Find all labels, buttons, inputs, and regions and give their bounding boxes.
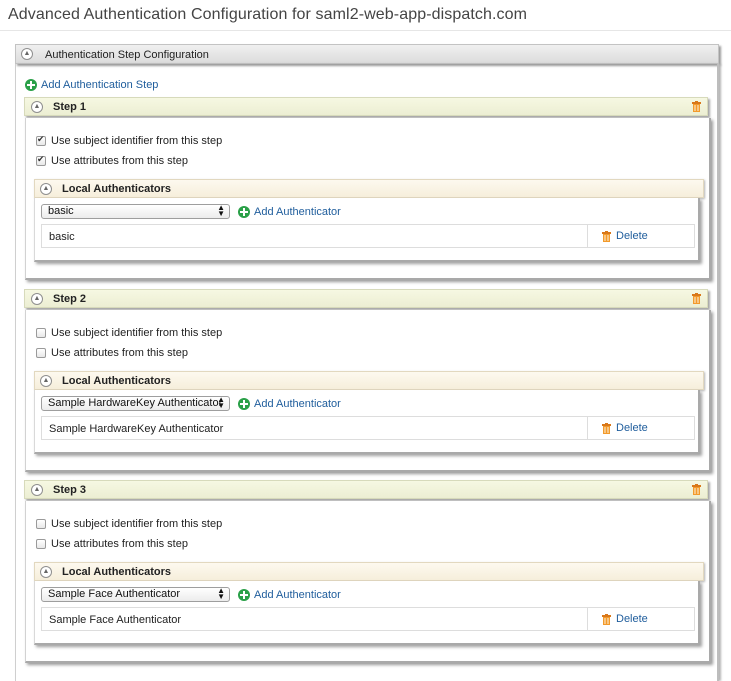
use-subject-label: Use subject identifier from this step [51,135,223,147]
collapse-icon[interactable]: ▲ [40,566,52,578]
local-authenticators-header[interactable]: ▲ Local Authenticators [34,562,704,581]
authenticator-select-value: basic [48,205,74,217]
add-authenticator-label: Add Authenticator [254,206,341,218]
authenticator-select[interactable]: Sample Face Authenticator ▲ ▼ [41,587,230,602]
trash-icon[interactable] [692,484,701,495]
use-attributes-checkbox-row[interactable]: Use attributes from this step [36,347,188,359]
local-authenticators-body: basic ▲ ▼ Add Authenticator basic Delete [34,198,700,262]
collapse-icon[interactable]: ▲ [40,375,52,387]
add-authenticator-label: Add Authenticator [254,589,341,601]
use-attributes-label: Use attributes from this step [51,538,188,550]
add-authenticator-link[interactable]: Add Authenticator [238,589,341,601]
trash-icon[interactable] [692,293,701,304]
plus-circle-icon [238,206,250,218]
delete-label: Delete [616,230,648,242]
use-attributes-checkbox[interactable] [36,348,46,358]
trash-icon[interactable] [692,101,701,112]
use-subject-checkbox-row[interactable]: Use subject identifier from this step [36,134,223,147]
local-authenticators-header[interactable]: ▲ Local Authenticators [34,179,704,198]
authenticator-select-value: Sample Face Authenticator [48,588,181,600]
add-authenticator-link[interactable]: Add Authenticator [238,398,341,410]
step-title: Step 3 [53,484,87,496]
plus-circle-icon [25,79,37,91]
title-divider [0,30,731,31]
use-subject-checkbox[interactable] [36,519,46,529]
local-authenticators-title: Local Authenticators [62,183,171,195]
add-authenticator-link[interactable]: Add Authenticator [238,206,341,218]
collapse-icon[interactable]: ▲ [40,183,52,195]
use-subject-checkbox[interactable] [36,328,46,338]
local-authenticators-title: Local Authenticators [62,375,171,387]
authenticator-name: Sample Face Authenticator [49,614,182,626]
collapse-icon[interactable]: ▲ [31,101,43,113]
use-attributes-label: Use attributes from this step [51,155,188,167]
trash-icon [602,613,611,625]
page-title: Advanced Authentication Configuration fo… [8,6,528,23]
delete-label: Delete [616,613,648,625]
section-header[interactable]: ▲ Authentication Step Configuration [15,44,719,64]
add-authentication-step-label: Add Authentication Step [41,79,159,91]
authenticator-select[interactable]: Sample HardwareKey Authenticator ▲ ▼ [41,396,230,411]
local-authenticators-header[interactable]: ▲ Local Authenticators [34,371,704,390]
authenticator-name: Sample HardwareKey Authenticator [49,423,224,435]
step-title: Step 2 [53,293,87,305]
select-arrows-icon: ▲ ▼ [217,396,225,410]
use-attributes-checkbox[interactable] [36,154,46,166]
section-title: Authentication Step Configuration [45,49,209,61]
authenticator-row: Sample HardwareKey Authenticator Delete [41,416,695,440]
collapse-icon[interactable]: ▲ [31,484,43,496]
trash-icon [602,422,611,434]
add-authenticator-label: Add Authenticator [254,398,341,410]
delete-authenticator-link[interactable]: Delete [602,613,648,625]
step-header-2[interactable]: ▲ Step 2 [24,289,708,308]
plus-circle-icon [238,589,250,601]
cell-divider [587,608,588,630]
step-body-1: Use subject identifier from this step Us… [25,118,711,280]
authenticator-row: basic Delete [41,224,695,248]
delete-authenticator-link[interactable]: Delete [602,422,648,434]
authenticator-select[interactable]: basic ▲ ▼ [41,204,230,219]
cell-divider [587,417,588,439]
step-body-3: Use subject identifier from this step Us… [25,501,711,663]
authenticator-name: basic [49,231,75,243]
use-attributes-checkbox-row[interactable]: Use attributes from this step [36,154,188,167]
collapse-icon[interactable]: ▲ [31,293,43,305]
use-subject-checkbox-row[interactable]: Use subject identifier from this step [36,518,222,530]
collapse-icon[interactable]: ▲ [21,48,33,60]
trash-icon [602,230,611,242]
local-authenticators-body: Sample HardwareKey Authenticator ▲ ▼ Add … [34,390,700,454]
delete-authenticator-link[interactable]: Delete [602,230,648,242]
use-subject-checkbox-row[interactable]: Use subject identifier from this step [36,327,222,339]
use-subject-label: Use subject identifier from this step [51,327,223,339]
use-subject-checkbox[interactable] [36,134,46,146]
select-arrows-icon: ▲ ▼ [217,204,225,218]
authenticator-row: Sample Face Authenticator Delete [41,607,695,631]
local-authenticators-body: Sample Face Authenticator ▲ ▼ Add Authent… [34,581,700,645]
step-body-2: Use subject identifier from this step Us… [25,310,711,472]
step-header-1[interactable]: ▲ Step 1 [24,97,708,116]
plus-circle-icon [238,398,250,410]
step-title: Step 1 [53,101,87,113]
step-header-3[interactable]: ▲ Step 3 [24,480,708,499]
add-authentication-step-link[interactable]: Add Authentication Step [25,79,158,91]
use-attributes-label: Use attributes from this step [51,347,188,359]
use-attributes-checkbox[interactable] [36,539,46,549]
authenticator-select-value: Sample HardwareKey Authenticator [48,397,223,409]
select-arrows-icon: ▲ ▼ [217,587,225,601]
use-subject-label: Use subject identifier from this step [51,518,223,530]
delete-label: Delete [616,422,648,434]
cell-divider [587,225,588,247]
use-attributes-checkbox-row[interactable]: Use attributes from this step [36,538,188,550]
local-authenticators-title: Local Authenticators [62,566,171,578]
